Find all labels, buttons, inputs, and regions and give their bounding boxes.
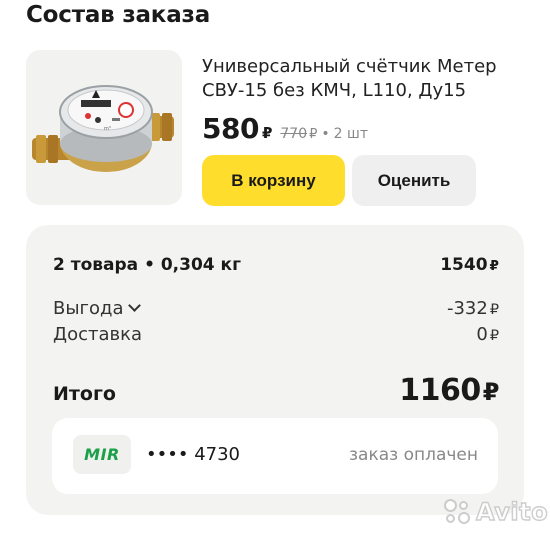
- total-amount: 1160₽: [399, 373, 499, 408]
- mir-logo-text: MIR: [84, 445, 120, 464]
- benefit-row[interactable]: Выгода -332 ₽: [53, 298, 499, 319]
- avito-logo-icon: [442, 497, 472, 527]
- items-value: 1540: [440, 255, 488, 275]
- items-label: 2 товара • 0,304 кг: [53, 255, 241, 275]
- currency: ₽: [489, 258, 499, 274]
- product-price: 580: [202, 112, 259, 145]
- avito-watermark: Avito: [442, 497, 548, 527]
- rate-button[interactable]: Оценить: [352, 155, 476, 206]
- total-value: 1160: [399, 373, 481, 408]
- water-meter-icon: m³: [32, 85, 174, 172]
- items-row: 2 товара • 0,304 кг 1540 ₽: [53, 255, 499, 275]
- page-title: Состав заказа: [26, 2, 211, 28]
- total-row: Итого 1160₽: [53, 373, 500, 408]
- product-quantity: 2 шт: [333, 126, 368, 142]
- add-to-cart-button[interactable]: В корзину: [202, 155, 345, 206]
- benefit-toggle[interactable]: Выгода: [53, 298, 141, 319]
- benefit-value: -332: [446, 298, 488, 319]
- items-total: 1540 ₽: [440, 255, 499, 275]
- payment-status: заказ оплачен: [348, 445, 478, 465]
- delivery-row: Доставка 0 ₽: [53, 324, 499, 345]
- price-currency: ₽: [261, 124, 273, 142]
- currency: ₽: [489, 328, 499, 344]
- old-price: 770: [280, 126, 308, 142]
- separator-dot: •: [321, 126, 330, 142]
- total-label: Итого: [53, 383, 116, 405]
- benefit-amount: -332 ₽: [447, 298, 499, 319]
- svg-text:m³: m³: [104, 126, 111, 132]
- delivery-label: Доставка: [53, 324, 142, 345]
- currency: ₽: [489, 302, 499, 318]
- payment-card[interactable]: MIR •••• 4730 заказ оплачен: [52, 418, 498, 494]
- price-row: 580 ₽ 770 ₽ • 2 шт: [202, 112, 368, 145]
- chevron-down-icon[interactable]: [127, 299, 141, 312]
- card-number: •••• 4730: [146, 444, 240, 465]
- product-image[interactable]: m³: [26, 50, 182, 205]
- mir-logo-icon: MIR: [73, 435, 131, 474]
- benefit-label: Выгода: [53, 298, 124, 319]
- currency: ₽: [482, 378, 500, 406]
- watermark-text: Avito: [475, 497, 549, 526]
- order-summary: 2 товара • 0,304 кг 1540 ₽ Выгода -332 ₽ Д…: [26, 225, 524, 515]
- old-price-currency: ₽: [309, 127, 318, 142]
- delivery-value: 0: [476, 324, 488, 345]
- product-name[interactable]: Универсальный счётчик Метер СВУ-15 без К…: [202, 55, 532, 103]
- delivery-amount: 0 ₽: [476, 324, 499, 345]
